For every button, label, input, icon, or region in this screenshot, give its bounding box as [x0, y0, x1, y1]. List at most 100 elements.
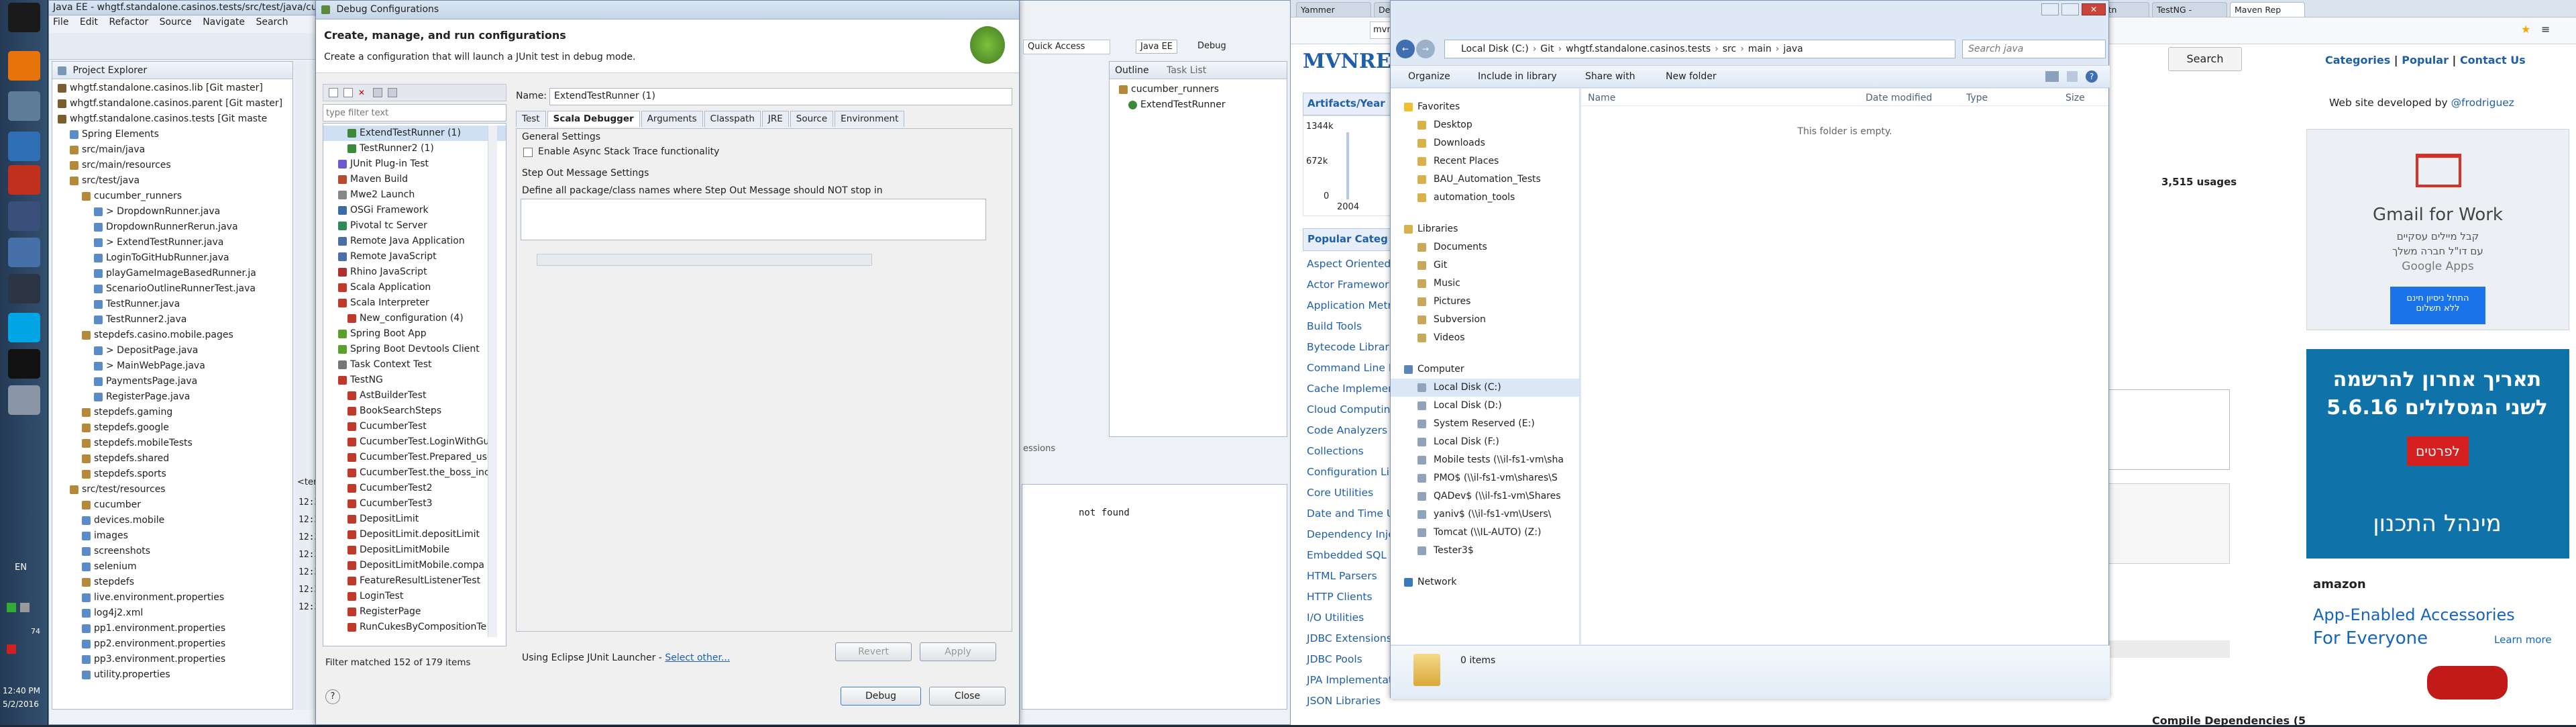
breadcrumb-item[interactable]: src [1723, 44, 1736, 54]
config-item[interactable]: Spring Boot App [323, 326, 506, 342]
maximize-icon[interactable] [2061, 3, 2079, 15]
async-checkbox[interactable] [523, 148, 533, 157]
delete-icon[interactable]: ✕ [358, 88, 368, 97]
outline-item[interactable]: cucumber_runners [1119, 82, 1287, 97]
tree-item[interactable]: src/test/resources [52, 482, 292, 497]
collapse-icon[interactable] [373, 88, 382, 97]
config-item[interactable]: Spring Boot Devtools Client [323, 342, 506, 357]
nav-item[interactable]: Music [1391, 275, 1579, 293]
new-config-icon[interactable] [329, 88, 338, 97]
forward-icon[interactable]: → [1416, 40, 1435, 58]
chevron-right-icon[interactable]: › [1558, 44, 1562, 54]
debug-button[interactable]: Debug [841, 687, 921, 706]
config-item[interactable]: DepositLimitMobile [323, 542, 506, 558]
close-button[interactable]: Close [929, 687, 1006, 706]
config-item[interactable]: FeatureResultListenerTest [323, 573, 506, 589]
computer-heading[interactable]: Computer [1391, 360, 1579, 379]
back-icon[interactable]: ← [1396, 40, 1415, 58]
config-item[interactable]: CucumberTest [323, 419, 506, 434]
tree-item[interactable]: > MainWebPage.java [52, 358, 292, 374]
tree-item[interactable]: stepdefs.sports [52, 467, 292, 482]
config-item[interactable]: OSGi Framework [323, 203, 506, 218]
preview-pane-icon[interactable] [2067, 71, 2078, 82]
tree-item[interactable]: Spring Elements [52, 127, 292, 142]
clock-time[interactable]: 12:40 PM [3, 686, 40, 695]
tray-icon[interactable] [7, 603, 16, 612]
tree-item[interactable]: RegisterPage.java [52, 389, 292, 405]
tab-arguments[interactable]: Arguments [641, 111, 703, 127]
tree-item[interactable]: LoginToGitHubRunner.java [52, 250, 292, 266]
breadcrumb-item[interactable]: Local Disk (C:) [1461, 44, 1529, 54]
chevron-right-icon[interactable]: › [1533, 44, 1537, 54]
minimize-icon[interactable] [2041, 3, 2059, 15]
tab-test[interactable]: Test [516, 111, 546, 127]
config-item[interactable]: CucumberTest.the_boss_inc [323, 465, 506, 481]
hebrew-ad[interactable]: תאריך אחרון להרשמה לשני המסלולים 5.6.16 … [2306, 349, 2569, 559]
tree-item[interactable]: TestRunner2.java [52, 312, 292, 328]
clock-date[interactable]: 5/2/2016 [3, 699, 39, 709]
nav-item[interactable]: Subversion [1391, 311, 1579, 329]
chevron-right-icon[interactable]: › [1740, 44, 1744, 54]
config-item[interactable]: JUnit Plug-in Test [323, 156, 506, 172]
credit-link[interactable]: @frodriguez [2451, 97, 2514, 109]
tab-scala-debugger[interactable]: Scala Debugger [547, 111, 640, 127]
tree-item[interactable]: TestRunner.java [52, 297, 292, 312]
filter-input[interactable] [323, 104, 506, 122]
perspective-debug[interactable]: Debug [1193, 40, 1230, 52]
tree-item[interactable]: whgtf.standalone.casinos.tests [Git mast… [52, 111, 292, 127]
file-manager-icon[interactable] [8, 91, 40, 121]
config-item[interactable]: Task Context Test [323, 357, 506, 373]
start-button[interactable] [8, 3, 40, 32]
search-button[interactable]: Search [2168, 47, 2242, 71]
tab-outline[interactable]: Outline [1115, 65, 1149, 76]
filter-icon[interactable] [388, 88, 397, 97]
project-explorer-tab[interactable]: Project Explorer [52, 62, 292, 79]
nav-categories[interactable]: Categories [2325, 54, 2390, 66]
network-icon[interactable] [8, 238, 40, 267]
gmail-ad[interactable]: Gmail for Work קבל מיילים עסקיים עם דו"ל… [2306, 129, 2569, 330]
tree-item[interactable]: cucumber_runners [52, 189, 292, 204]
tree-item[interactable]: whgtf.standalone.casinos.lib [Git master… [52, 81, 292, 96]
config-item[interactable]: Mwe2 Launch [323, 187, 506, 203]
view-options-icon[interactable] [2045, 71, 2059, 82]
tree-item[interactable]: devices.mobile [52, 513, 292, 528]
tree-item[interactable]: > ExtendTestRunner.java [52, 235, 292, 250]
gmail-trial-button[interactable]: התחל ניסיון חינם ללא תשלום [2390, 287, 2485, 324]
include-library-menu[interactable]: Include in library [1478, 71, 1557, 82]
menu-navigate[interactable]: Navigate [203, 17, 245, 28]
nav-item[interactable]: System Reserved (E:) [1391, 415, 1579, 433]
browser-tab[interactable]: TestNG - [2152, 2, 2227, 17]
config-item[interactable]: DepositLimit.depositLimit [323, 527, 506, 542]
tree-item[interactable]: images [52, 528, 292, 544]
config-item[interactable]: Scala Interpreter [323, 295, 506, 311]
config-item[interactable]: ExtendTestRunner (1) [323, 126, 506, 141]
nav-item[interactable]: QADev$ (\\il-fs1-vm\Shares [1391, 487, 1579, 505]
config-item[interactable]: DepositLimit [323, 512, 506, 527]
tree-item[interactable]: pp3.environment.properties [52, 652, 292, 667]
config-item[interactable]: AstBuilderTest [323, 388, 506, 403]
breadcrumb-item[interactable]: java [1783, 44, 1803, 54]
tree-item[interactable]: whgtf.standalone.casinos.parent [Git mas… [52, 96, 292, 111]
nav-item[interactable]: automation_tools [1391, 189, 1579, 207]
outline-item[interactable]: ExtendTestRunner [1119, 97, 1287, 113]
config-item[interactable]: RunCukesByCompositionTe [323, 620, 506, 635]
browser-icon[interactable] [8, 165, 40, 195]
tree-item[interactable]: selenium [52, 559, 292, 575]
star-icon[interactable]: ★ [2521, 24, 2532, 35]
browser-tab[interactable]: Maven Rep [2230, 2, 2305, 17]
menu-icon[interactable]: ≡ [2541, 24, 2552, 35]
help-icon[interactable]: ? [325, 689, 340, 704]
perspective-javaee[interactable]: Java EE [1136, 40, 1178, 54]
select-other-link[interactable]: Select other... [665, 652, 730, 663]
eclipse-icon[interactable] [8, 274, 40, 303]
menu-file[interactable]: File [53, 17, 68, 28]
nav-item[interactable]: Pictures [1391, 293, 1579, 311]
tab-task-list[interactable]: Task List [1167, 65, 1206, 76]
browser-tab[interactable]: Yammer [1296, 2, 1371, 17]
app-icon-2[interactable] [8, 385, 40, 415]
config-name-input[interactable]: ExtendTestRunner (1) [549, 88, 1012, 105]
nav-item[interactable]: BAU_Automation_Tests [1391, 171, 1579, 189]
tray-icon[interactable] [7, 644, 16, 654]
tree-item[interactable]: screenshots [52, 544, 292, 559]
tree-item[interactable]: stepdefs [52, 575, 292, 590]
